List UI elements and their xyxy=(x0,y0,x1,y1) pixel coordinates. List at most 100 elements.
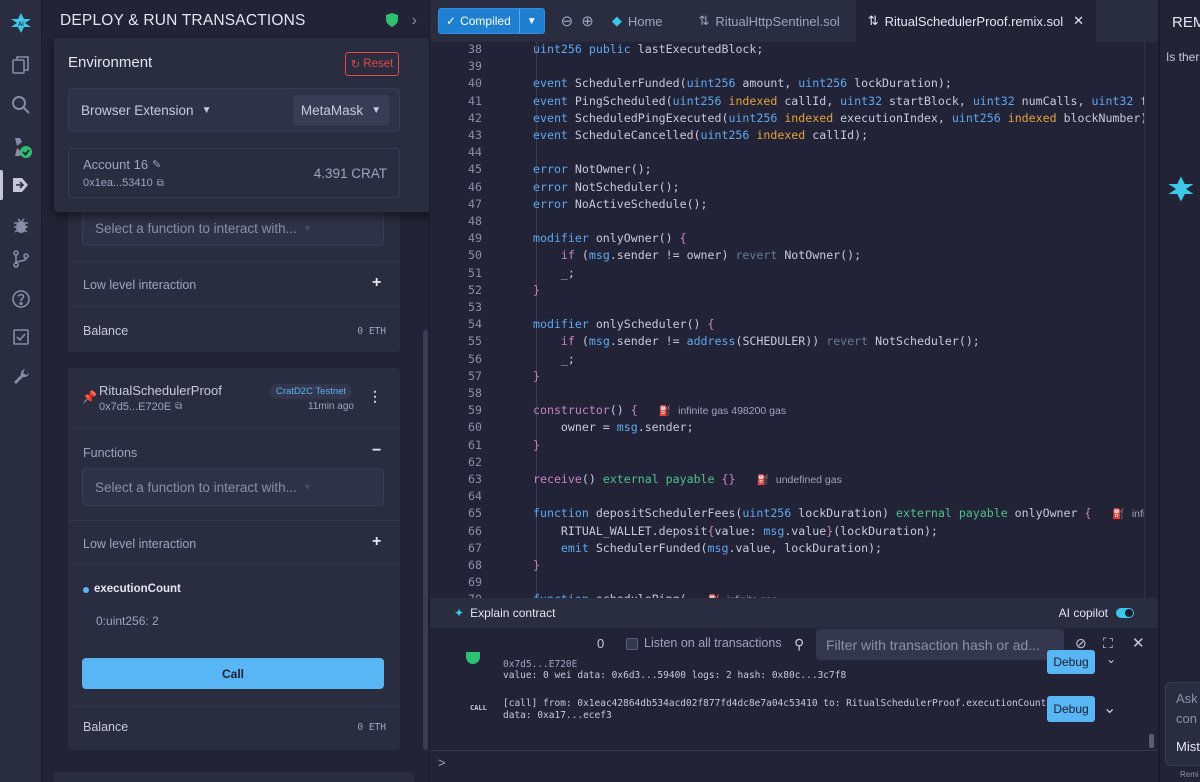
editor-scrollbar[interactable] xyxy=(1144,42,1158,598)
line-number: 38 xyxy=(468,42,482,56)
code-line[interactable]: 44 xyxy=(430,144,1158,161)
deploy-run-icon[interactable] xyxy=(0,168,42,202)
pin-icon[interactable]: 📌 xyxy=(82,390,97,404)
edit-icon[interactable]: ✎ xyxy=(152,158,161,171)
wallet-select[interactable]: MetaMask ▼ xyxy=(293,95,389,125)
code-text: if (msg.sender != owner) revert NotOwner… xyxy=(560,248,862,263)
terminal-scrollbar[interactable] xyxy=(1149,734,1154,748)
code-line[interactable]: 66 RITUAL_WALLET.deposit{value: msg.valu… xyxy=(430,523,1158,540)
ai-copilot-label: AI copilot xyxy=(1058,606,1108,620)
balance-label: Balance xyxy=(83,324,129,338)
code-line[interactable]: 56 _; xyxy=(430,351,1158,368)
call-button[interactable]: Call xyxy=(82,658,384,689)
gas-pump-icon: ⛽ xyxy=(658,406,672,418)
git-icon[interactable] xyxy=(0,242,42,276)
code-line[interactable]: 51 _; xyxy=(430,265,1158,282)
caret-down-icon[interactable]: ▼ xyxy=(518,9,544,33)
listen-checkbox[interactable] xyxy=(626,638,638,650)
line-number: 41 xyxy=(468,93,482,108)
help-icon[interactable] xyxy=(0,282,42,316)
code-editor[interactable]: 38 uint256 public lastExecutedBlock; 39 40 e… xyxy=(430,42,1158,598)
function-select[interactable]: Select a function to interact with... ▼ xyxy=(82,210,384,246)
ai-copilot-toggle[interactable] xyxy=(1116,608,1134,618)
code-line[interactable]: 55 if (msg.sender != address(SCHEDULER))… xyxy=(430,333,1158,350)
divider xyxy=(68,428,400,429)
code-line[interactable]: 57} xyxy=(430,368,1158,385)
ai-chat-input[interactable]: Ask con Mist xyxy=(1165,682,1200,766)
code-line[interactable]: 41 event PingScheduled(uint256 indexed ca… xyxy=(430,93,1158,110)
line-number: 50 xyxy=(468,248,482,263)
low-level-label: Low level interaction xyxy=(83,278,197,292)
terminal-prompt[interactable]: > xyxy=(438,755,446,770)
code-line[interactable]: 70 function schedulePing( ⛽ infinite gas xyxy=(430,591,1158,598)
code-line[interactable]: 52} xyxy=(430,282,1158,299)
chevron-down-icon[interactable]: ⌄ xyxy=(1103,698,1116,718)
panel-scrollbar[interactable] xyxy=(423,330,428,750)
code-line[interactable]: 59 constructor() { ⛽ infinite gas 498200 … xyxy=(430,402,1158,419)
function-select[interactable]: Select a function to interact with... ▼ xyxy=(82,468,384,506)
account-box[interactable]: Account 16 ✎ 0x1ea...53410 ⧉ 4.391 CRAT xyxy=(68,148,400,198)
code-line[interactable]: 50 if (msg.sender != owner) revert NotOw… xyxy=(430,247,1158,264)
code-line[interactable]: 45 error NotOwner(); xyxy=(430,161,1158,178)
environment-select[interactable]: Browser Extension ▼ MetaMask ▼ xyxy=(68,88,400,132)
code-line[interactable]: 58 xyxy=(430,385,1158,402)
remix-logo-icon[interactable]: AI xyxy=(0,6,42,40)
explain-contract-button[interactable]: ✦ Explain contract xyxy=(454,606,555,620)
code-line[interactable]: 47 error NoActiveSchedule(); xyxy=(430,196,1158,213)
code-line[interactable]: 43 event ScheduleCancelled(uint256 indexe… xyxy=(430,127,1158,144)
copy-icon[interactable]: ⧉ xyxy=(157,178,164,189)
expand-plus-icon[interactable]: + xyxy=(372,533,381,551)
code-line[interactable]: 68} xyxy=(430,557,1158,574)
code-line[interactable]: 65 function depositSchedulerFees(uint256 … xyxy=(430,505,1158,522)
terminal-toolbar: ✦ Explain contract AI copilot xyxy=(430,598,1158,628)
code-line[interactable]: 46 error NotScheduler(); xyxy=(430,179,1158,196)
code-text: event PingScheduled(uint256 indexed call… xyxy=(533,93,1158,108)
tab-ritual-scheduler-proof[interactable]: ⇅ RitualSchedulerProof.remix.sol ✕ xyxy=(855,0,1096,42)
chevron-right-icon[interactable]: › xyxy=(412,12,417,30)
debug-button[interactable]: Debug xyxy=(1047,650,1095,674)
code-line[interactable]: 61} xyxy=(430,437,1158,454)
line-number: 69 xyxy=(468,575,482,590)
expand-plus-icon[interactable]: + xyxy=(372,274,381,292)
code-line[interactable]: 54 modifier onlyScheduler() { xyxy=(430,316,1158,333)
code-line[interactable]: 60 owner = msg.sender; xyxy=(430,419,1158,436)
tx-count: 0 xyxy=(597,636,605,651)
tab-ritual-http-sentinel[interactable]: ⇅ RitualHttpSentinel.sol xyxy=(687,0,852,42)
kebab-menu-icon[interactable]: ⋮ xyxy=(368,388,382,405)
code-line[interactable]: 69 xyxy=(430,574,1158,591)
file-explorer-icon[interactable] xyxy=(0,48,42,82)
code-text: } xyxy=(533,437,540,452)
code-line[interactable]: 67 emit SchedulerFunded(msg.value, lockD… xyxy=(430,540,1158,557)
contract-card: 📌 RitualSchedulerProof 0x7d5...E720E ⧉ C… xyxy=(68,368,400,750)
zoom-out-icon[interactable]: ⊖ xyxy=(561,12,574,30)
solidity-compiler-icon[interactable] xyxy=(0,130,42,164)
code-line[interactable]: 38 uint256 public lastExecutedBlock; xyxy=(430,42,1158,58)
zoom-in-icon[interactable]: ⊕ xyxy=(581,12,594,30)
code-line[interactable]: 62 xyxy=(430,454,1158,471)
expand-icon[interactable]: ⛶ xyxy=(1103,635,1113,652)
code-line[interactable]: 40 event SchedulerFunded(uint256 amount, … xyxy=(430,75,1158,92)
code-line[interactable]: 49 modifier onlyOwner() { xyxy=(430,230,1158,247)
reset-button[interactable]: ↻ Reset xyxy=(345,52,399,76)
checklist-icon[interactable] xyxy=(0,320,42,354)
code-line[interactable]: 39 xyxy=(430,58,1158,75)
debug-button[interactable]: Debug xyxy=(1047,696,1095,722)
search-icon[interactable] xyxy=(0,88,42,122)
settings-wrench-icon[interactable] xyxy=(0,360,42,394)
debugger-icon[interactable] xyxy=(0,208,42,242)
code-line[interactable]: 42 event ScheduledPingExecuted(uint256 in… xyxy=(430,110,1158,127)
line-number: 52 xyxy=(468,282,482,297)
copy-icon[interactable]: ⧉ xyxy=(175,401,182,413)
code-line[interactable]: 63 receive() external payable {} ⛽ undefi… xyxy=(430,471,1158,488)
close-icon[interactable]: ✕ xyxy=(1073,13,1084,29)
chevron-down-icon[interactable]: ⌄ xyxy=(1106,652,1116,666)
close-icon[interactable]: ✕ xyxy=(1132,634,1145,652)
code-line[interactable]: 53 xyxy=(430,299,1158,316)
collapse-minus-icon[interactable]: − xyxy=(372,442,381,460)
divider xyxy=(68,706,400,707)
code-line[interactable]: 48 xyxy=(430,213,1158,230)
code-line[interactable]: 64 xyxy=(430,488,1158,505)
filter-input[interactable]: Filter with transaction hash or ad... xyxy=(816,629,1064,660)
tab-home[interactable]: ◆ Home xyxy=(600,0,675,42)
compiled-button[interactable]: ✓ Compiled ▼ xyxy=(438,8,545,34)
